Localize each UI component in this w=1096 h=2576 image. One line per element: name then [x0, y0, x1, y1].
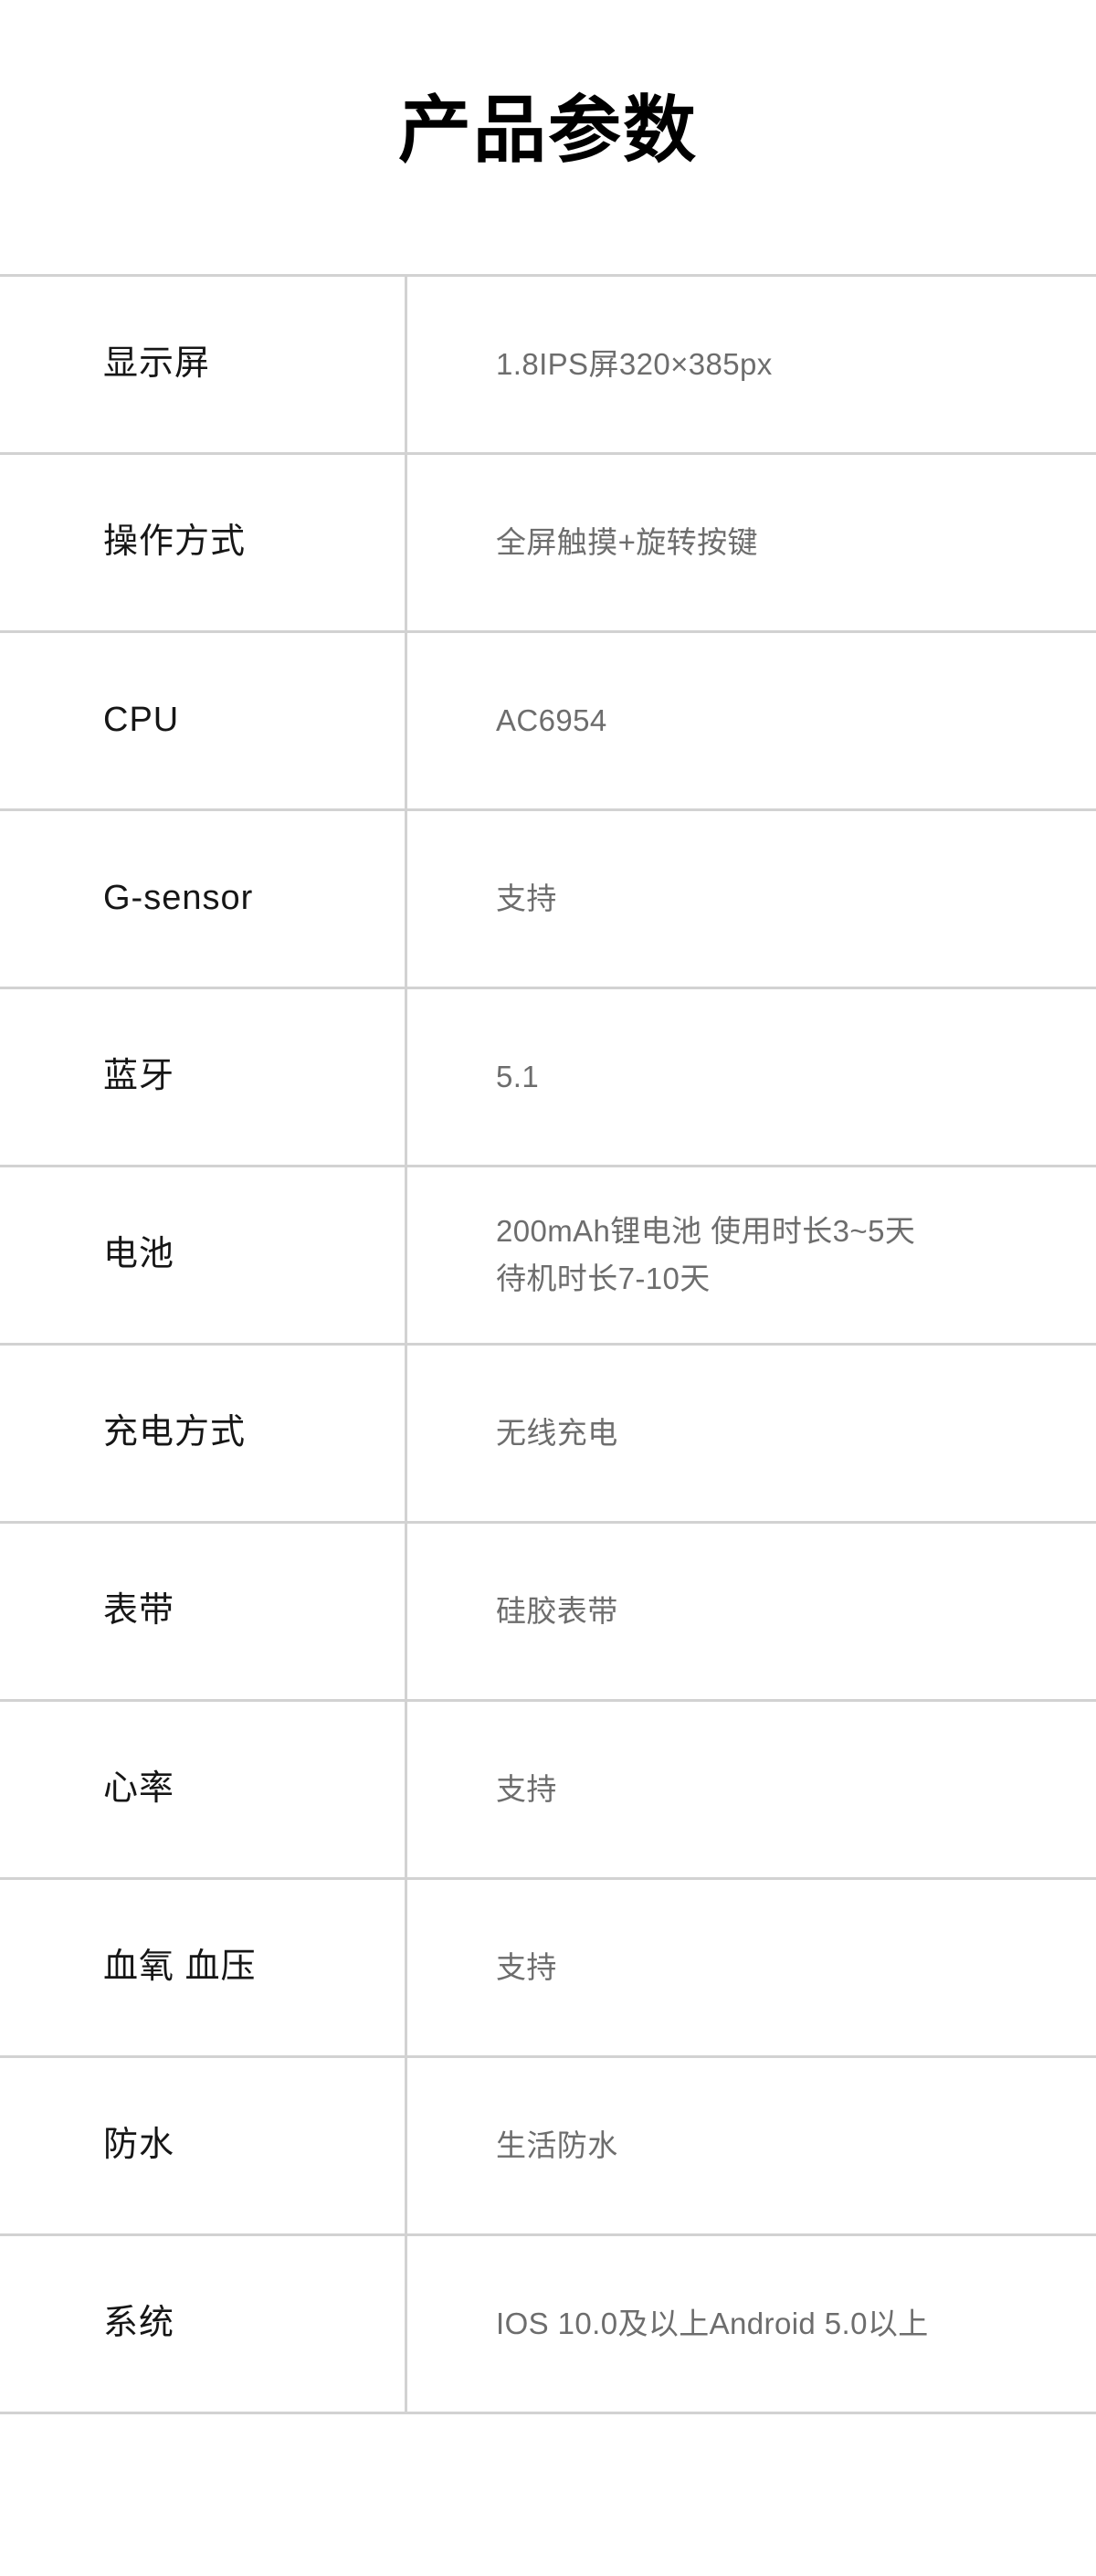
spec-label: 系统 [103, 2304, 175, 2343]
table-row: 电池 200mAh锂电池 使用时长3~5天 待机时长7-10天 [0, 1165, 1096, 1345]
spec-value-line: 硅胶表带 [496, 1594, 618, 1628]
table-row: 充电方式 无线充电 [0, 1343, 1096, 1523]
spec-value: 200mAh锂电池 使用时长3~5天 待机时长7-10天 [407, 1208, 1096, 1303]
spec-table: 显示屏 1.8IPS屏320×385px 操作方式 全屏触摸+旋转按键 CPU AC695… [0, 274, 1096, 2414]
spec-label: G-sensor [103, 879, 254, 918]
spec-value-cell: 支持 [406, 1699, 1096, 1879]
spec-value: 5.1 [407, 1053, 1096, 1101]
spec-value-cell: 硅胶表带 [406, 1521, 1096, 1701]
page-title-block: 产品参数 [0, 0, 1096, 274]
product-spec-page: 产品参数 显示屏 1.8IPS屏320×385px 操作方式 全屏触摸+旋转按键 CPU… [0, 0, 1096, 2576]
spec-value-cell: 5.1 [406, 987, 1096, 1167]
spec-label: 充电方式 [103, 1413, 247, 1452]
spec-label-cell: 血氧 血压 [0, 1877, 407, 2057]
table-row: 防水 生活防水 [0, 2055, 1096, 2235]
spec-value: 硅胶表带 [407, 1588, 1096, 1635]
spec-value-line: 200mAh锂电池 使用时长3~5天 [496, 1214, 916, 1248]
spec-label-cell: 显示屏 [0, 275, 407, 454]
spec-label-cell: CPU [0, 630, 407, 810]
page-title: 产品参数 [398, 90, 698, 171]
spec-label-cell: 电池 [0, 1165, 407, 1345]
spec-value: IOS 10.0及以上Android 5.0以上 [407, 2300, 1096, 2348]
spec-value: 无线充电 [407, 1409, 1096, 1457]
spec-label-cell: G-sensor [0, 808, 407, 988]
spec-value-cell: 支持 [406, 808, 1096, 988]
table-row: 表带 硅胶表带 [0, 1521, 1096, 1701]
spec-value-line: 待机时长7-10天 [496, 1262, 711, 1295]
spec-value: 全屏触摸+旋转按键 [407, 519, 1096, 566]
spec-value-line: IOS 10.0及以上Android 5.0以上 [496, 2307, 929, 2340]
table-row: 显示屏 1.8IPS屏320×385px [0, 275, 1096, 454]
spec-value-line: 1.8IPS屏320×385px [496, 347, 773, 381]
spec-value: 支持 [407, 1944, 1096, 1991]
spec-label: CPU [103, 701, 180, 740]
table-row: G-sensor 支持 [0, 808, 1096, 988]
spec-value-line: 支持 [496, 1950, 557, 1984]
spec-value-line: 5.1 [496, 1060, 540, 1093]
spec-label-cell: 表带 [0, 1521, 407, 1701]
table-row: 系统 IOS 10.0及以上Android 5.0以上 [0, 2233, 1096, 2413]
spec-label: 操作方式 [103, 523, 247, 562]
spec-label-cell: 心率 [0, 1699, 407, 1879]
spec-value-line: AC6954 [496, 703, 607, 737]
spec-value-line: 生活防水 [496, 2128, 618, 2162]
spec-label: 显示屏 [103, 344, 211, 384]
spec-table-body: 显示屏 1.8IPS屏320×385px 操作方式 全屏触摸+旋转按键 CPU AC695… [0, 275, 1096, 2413]
spec-label: 表带 [103, 1591, 175, 1631]
spec-value-cell: 1.8IPS屏320×385px [406, 275, 1096, 454]
spec-value: AC6954 [407, 697, 1096, 744]
spec-value-line: 支持 [496, 1772, 557, 1806]
spec-label: 血氧 血压 [103, 1948, 257, 1987]
table-row: CPU AC6954 [0, 630, 1096, 810]
spec-value-cell: 支持 [406, 1877, 1096, 2057]
spec-value-line: 支持 [496, 882, 557, 915]
spec-value: 支持 [407, 1766, 1096, 1813]
spec-label-cell: 防水 [0, 2055, 407, 2235]
table-row: 心率 支持 [0, 1699, 1096, 1879]
spec-value-cell: AC6954 [406, 630, 1096, 810]
spec-label-cell: 充电方式 [0, 1343, 407, 1523]
spec-label-cell: 蓝牙 [0, 987, 407, 1167]
spec-value-cell: 无线充电 [406, 1343, 1096, 1523]
table-row: 操作方式 全屏触摸+旋转按键 [0, 452, 1096, 632]
spec-value-cell: 全屏触摸+旋转按键 [406, 452, 1096, 632]
spec-value-cell: 生活防水 [406, 2055, 1096, 2235]
spec-value-cell: IOS 10.0及以上Android 5.0以上 [406, 2233, 1096, 2413]
table-row: 血氧 血压 支持 [0, 1877, 1096, 2057]
spec-value: 1.8IPS屏320×385px [407, 341, 1096, 388]
spec-label-cell: 系统 [0, 2233, 407, 2413]
spec-value-line: 无线充电 [496, 1416, 618, 1450]
spec-label: 心率 [103, 1769, 175, 1809]
spec-value-line: 全屏触摸+旋转按键 [496, 525, 758, 559]
spec-value-cell: 200mAh锂电池 使用时长3~5天 待机时长7-10天 [406, 1165, 1096, 1345]
spec-label-cell: 操作方式 [0, 452, 407, 632]
table-row: 蓝牙 5.1 [0, 987, 1096, 1167]
spec-value: 生活防水 [407, 2122, 1096, 2170]
spec-label: 电池 [103, 1235, 175, 1274]
spec-label: 蓝牙 [103, 1057, 175, 1096]
spec-value: 支持 [407, 875, 1096, 923]
spec-label: 防水 [103, 2126, 175, 2165]
